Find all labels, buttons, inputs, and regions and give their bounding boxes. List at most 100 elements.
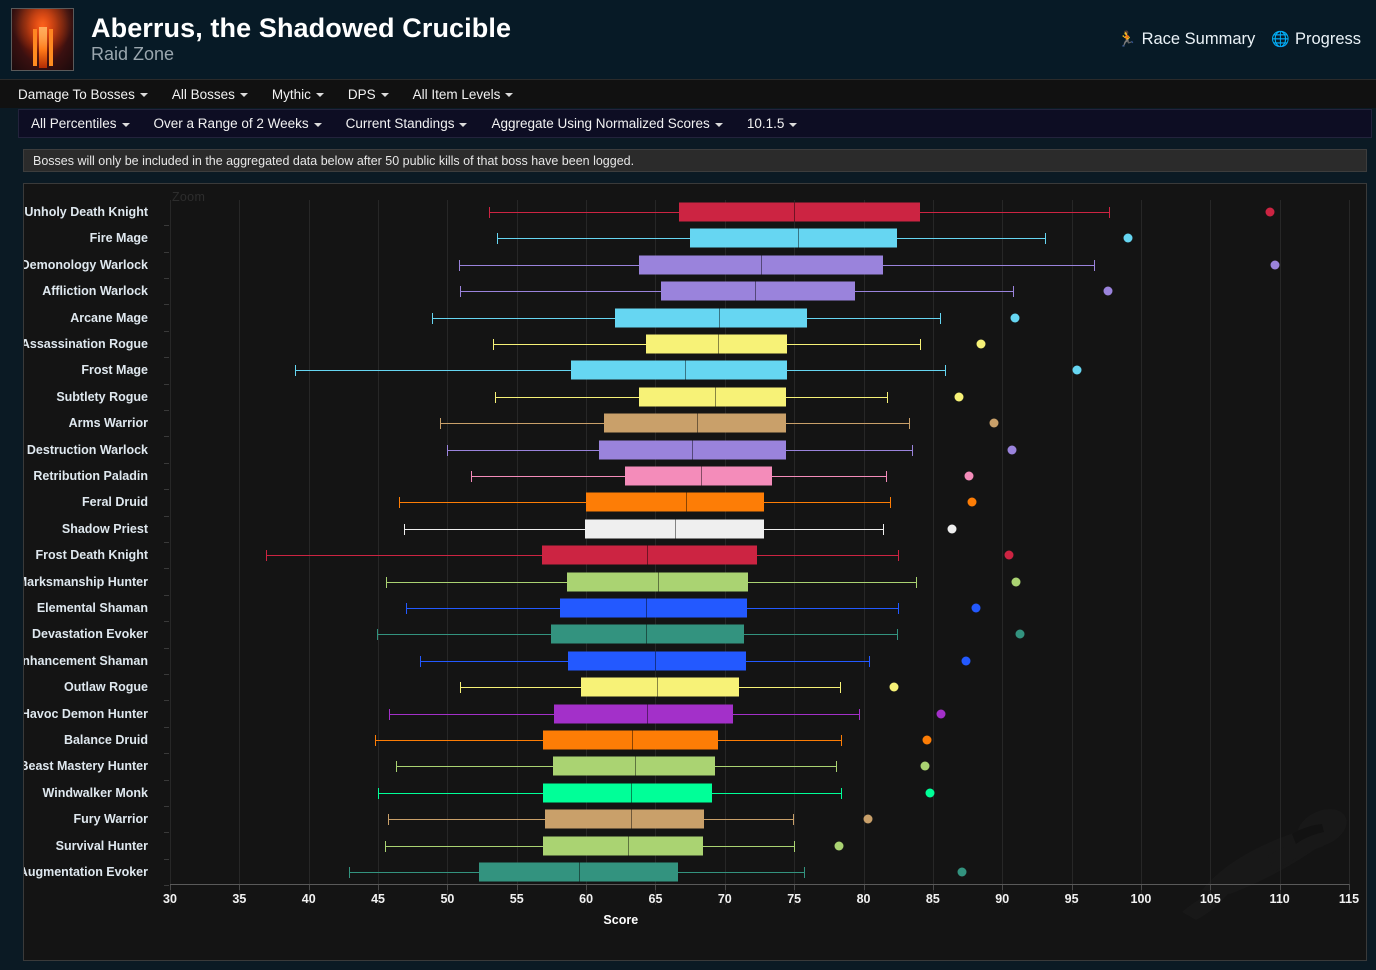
filter-label: 10.1.5 bbox=[746, 116, 785, 131]
filter-metric[interactable]: DPS bbox=[348, 85, 401, 104]
filter-item-levels[interactable]: All Item Levels bbox=[413, 85, 526, 104]
y-axis-category-label[interactable]: Augmentation Evoker bbox=[24, 865, 148, 879]
y-axis-category-label[interactable]: Fury Warrior bbox=[73, 812, 148, 826]
box-plot-box[interactable] bbox=[638, 387, 786, 407]
box-plot-outlier-point[interactable] bbox=[957, 867, 967, 877]
box-plot-outlier-point[interactable] bbox=[1123, 233, 1133, 243]
box-plot-box[interactable] bbox=[543, 836, 703, 856]
filter-percentiles[interactable]: All Percentiles bbox=[31, 114, 142, 133]
box-plot-outlier-point[interactable] bbox=[976, 339, 986, 349]
box-plot-box[interactable] bbox=[543, 783, 713, 803]
box-plot-box[interactable] bbox=[543, 730, 718, 750]
box-plot-outlier-point[interactable] bbox=[834, 841, 844, 851]
box-plot-outlier-point[interactable] bbox=[947, 524, 957, 534]
box-plot-outlier-point[interactable] bbox=[971, 603, 981, 613]
box-plot-box[interactable] bbox=[679, 202, 921, 222]
filter-aggregation[interactable]: Aggregate Using Normalized Scores bbox=[491, 114, 734, 133]
y-axis-category-label[interactable]: Enhancement Shaman bbox=[24, 654, 148, 668]
filter-patch-version[interactable]: 10.1.5 bbox=[747, 114, 810, 133]
chevron-down-icon bbox=[714, 122, 723, 127]
y-axis-category-label[interactable]: Assassination Rogue bbox=[24, 337, 148, 351]
box-plot-outlier-point[interactable] bbox=[961, 656, 971, 666]
y-axis-category-label[interactable]: Beast Mastery Hunter bbox=[24, 759, 148, 773]
box-plot-outlier-point[interactable] bbox=[920, 761, 930, 771]
box-plot-box[interactable] bbox=[624, 466, 772, 486]
box-plot-median bbox=[798, 228, 800, 248]
filter-all-bosses[interactable]: All Bosses bbox=[172, 85, 260, 104]
box-plot-outlier-point[interactable] bbox=[925, 788, 935, 798]
box-plot-outlier-point[interactable] bbox=[1265, 207, 1275, 217]
box-plot-box[interactable] bbox=[544, 809, 704, 829]
y-axis-category-label[interactable]: Fire Mage bbox=[90, 231, 148, 245]
box-plot-outlier-point[interactable] bbox=[1072, 365, 1082, 375]
y-axis-category-label[interactable]: Outlaw Rogue bbox=[64, 680, 148, 694]
box-plot-outlier-point[interactable] bbox=[1004, 550, 1014, 560]
y-axis-category-label[interactable]: Elemental Shaman bbox=[37, 601, 148, 615]
race-summary-link[interactable]: 🏃 Race Summary bbox=[1118, 30, 1255, 49]
filter-date-range[interactable]: Over a Range of 2 Weeks bbox=[154, 114, 334, 133]
box-plot-box[interactable] bbox=[551, 624, 745, 644]
filter-standings[interactable]: Current Standings bbox=[346, 114, 480, 133]
box-whisker-cap-low bbox=[459, 682, 461, 694]
grid-line bbox=[1279, 200, 1281, 905]
filter-difficulty[interactable]: Mythic bbox=[272, 85, 336, 104]
x-axis-label: 115 bbox=[1338, 892, 1360, 906]
box-plot-outlier-point[interactable] bbox=[1007, 445, 1017, 455]
box-plot-box[interactable] bbox=[580, 677, 739, 697]
y-axis-category-label[interactable]: Arcane Mage bbox=[70, 311, 148, 325]
box-plot-box[interactable] bbox=[690, 228, 897, 248]
box-plot-outlier-point[interactable] bbox=[922, 735, 932, 745]
y-axis-category-label[interactable]: Demonology Warlock bbox=[24, 258, 148, 272]
boxplot-chart-panel[interactable]: Zoom 30 35 40 45 50 55 60 65 70 75 80 85 90 95 100 105 1… bbox=[23, 183, 1367, 961]
y-axis-category-label[interactable]: Frost Mage bbox=[81, 363, 148, 377]
chevron-down-icon bbox=[239, 93, 248, 97]
y-axis-category-label[interactable]: Survival Hunter bbox=[56, 839, 148, 853]
y-axis-category-label[interactable]: Feral Druid bbox=[82, 495, 148, 509]
filter-label: Over a Range of 2 Weeks bbox=[153, 116, 309, 131]
box-plot-outlier-point[interactable] bbox=[989, 418, 999, 428]
y-axis-category-label[interactable]: Shadow Priest bbox=[62, 522, 148, 536]
box-plot-box[interactable] bbox=[541, 545, 757, 565]
chevron-down-icon bbox=[313, 122, 322, 127]
y-axis-category-label[interactable]: Marksmanship Hunter bbox=[24, 575, 148, 589]
box-plot-outlier-point[interactable] bbox=[936, 709, 946, 719]
y-axis-category-label[interactable]: Retribution Paladin bbox=[33, 469, 148, 483]
box-plot-box[interactable] bbox=[586, 492, 764, 512]
box-plot-box[interactable] bbox=[604, 413, 786, 433]
progress-link[interactable]: 🌐 Progress bbox=[1271, 30, 1361, 49]
y-axis-category-label[interactable]: Havoc Demon Hunter bbox=[24, 707, 148, 721]
box-plot-box[interactable] bbox=[570, 360, 788, 380]
y-axis-category-label[interactable]: Unholy Death Knight bbox=[24, 205, 148, 219]
box-whisker-cap-low bbox=[294, 365, 296, 377]
grid-line bbox=[516, 200, 518, 905]
box-plot-outlier-point[interactable] bbox=[1015, 629, 1025, 639]
box-plot-box[interactable] bbox=[568, 651, 746, 671]
y-axis-category-label[interactable]: Arms Warrior bbox=[69, 416, 148, 430]
box-plot-outlier-point[interactable] bbox=[889, 682, 899, 692]
box-plot-box[interactable] bbox=[554, 704, 734, 724]
box-plot-outlier-point[interactable] bbox=[1011, 577, 1021, 587]
box-plot-box[interactable] bbox=[645, 334, 788, 354]
box-plot-outlier-point[interactable] bbox=[964, 471, 974, 481]
box-plot-box[interactable] bbox=[661, 281, 856, 301]
box-plot-outlier-point[interactable] bbox=[1010, 313, 1020, 323]
y-axis-category-label[interactable]: Windwalker Monk bbox=[43, 786, 148, 800]
box-plot-box[interactable] bbox=[615, 308, 807, 328]
box-plot-outlier-point[interactable] bbox=[863, 814, 873, 824]
y-axis-tick bbox=[164, 304, 169, 306]
box-plot-box[interactable] bbox=[559, 598, 747, 618]
box-whisker-cap-low bbox=[404, 523, 406, 535]
y-axis-category-label[interactable]: Destruction Warlock bbox=[27, 443, 148, 457]
box-plot-outlier-point[interactable] bbox=[1103, 286, 1113, 296]
y-axis-category-label[interactable]: Subtlety Rogue bbox=[56, 390, 148, 404]
box-whisker-cap-low bbox=[348, 867, 350, 878]
y-axis-category-label[interactable]: Affliction Warlock bbox=[42, 284, 148, 298]
y-axis-category-label[interactable]: Frost Death Knight bbox=[36, 548, 149, 562]
box-plot-outlier-point[interactable] bbox=[967, 497, 977, 507]
filter-damage-to-bosses[interactable]: Damage To Bosses bbox=[18, 85, 160, 104]
box-plot-outlier-point[interactable] bbox=[954, 392, 964, 402]
box-plot-outlier-point[interactable] bbox=[1270, 260, 1280, 270]
y-axis-tick bbox=[164, 436, 169, 438]
y-axis-category-label[interactable]: Devastation Evoker bbox=[32, 627, 148, 641]
y-axis-category-label[interactable]: Balance Druid bbox=[64, 733, 148, 747]
